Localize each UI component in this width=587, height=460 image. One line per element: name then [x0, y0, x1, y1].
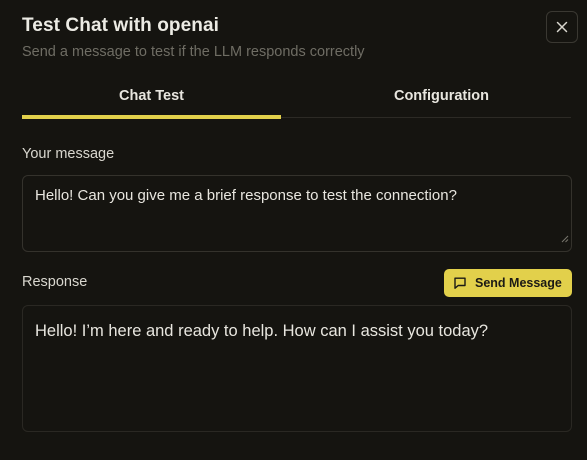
response-output: Hello! I’m here and ready to help. How c… — [22, 305, 572, 432]
dialog-subtitle: Send a message to test if the LLM respon… — [22, 44, 365, 60]
tab-chat-test[interactable]: Chat Test — [22, 80, 281, 119]
tab-label: Configuration — [393, 88, 490, 104]
tab-bar: Chat Test Configuration — [22, 80, 571, 119]
close-icon — [556, 21, 568, 33]
message-text: Hello! Can you give me a brief response … — [35, 187, 457, 204]
send-button-label: Send Message — [475, 276, 562, 290]
message-square-icon — [453, 276, 467, 290]
tab-label: Chat Test — [119, 88, 184, 104]
dialog-title: Test Chat with openai — [22, 15, 220, 36]
close-button[interactable] — [546, 11, 578, 43]
message-label: Your message — [22, 146, 115, 162]
test-chat-dialog: Test Chat with openai Send a message to … — [0, 0, 587, 460]
response-label: Response — [22, 274, 88, 290]
tab-configuration[interactable]: Configuration — [312, 80, 571, 119]
response-text: Hello! I’m here and ready to help. How c… — [35, 322, 489, 340]
active-tab-indicator — [22, 115, 281, 119]
message-textarea[interactable]: Hello! Can you give me a brief response … — [22, 175, 572, 252]
send-message-button[interactable]: Send Message — [444, 269, 572, 297]
resize-handle-icon[interactable] — [561, 229, 569, 249]
